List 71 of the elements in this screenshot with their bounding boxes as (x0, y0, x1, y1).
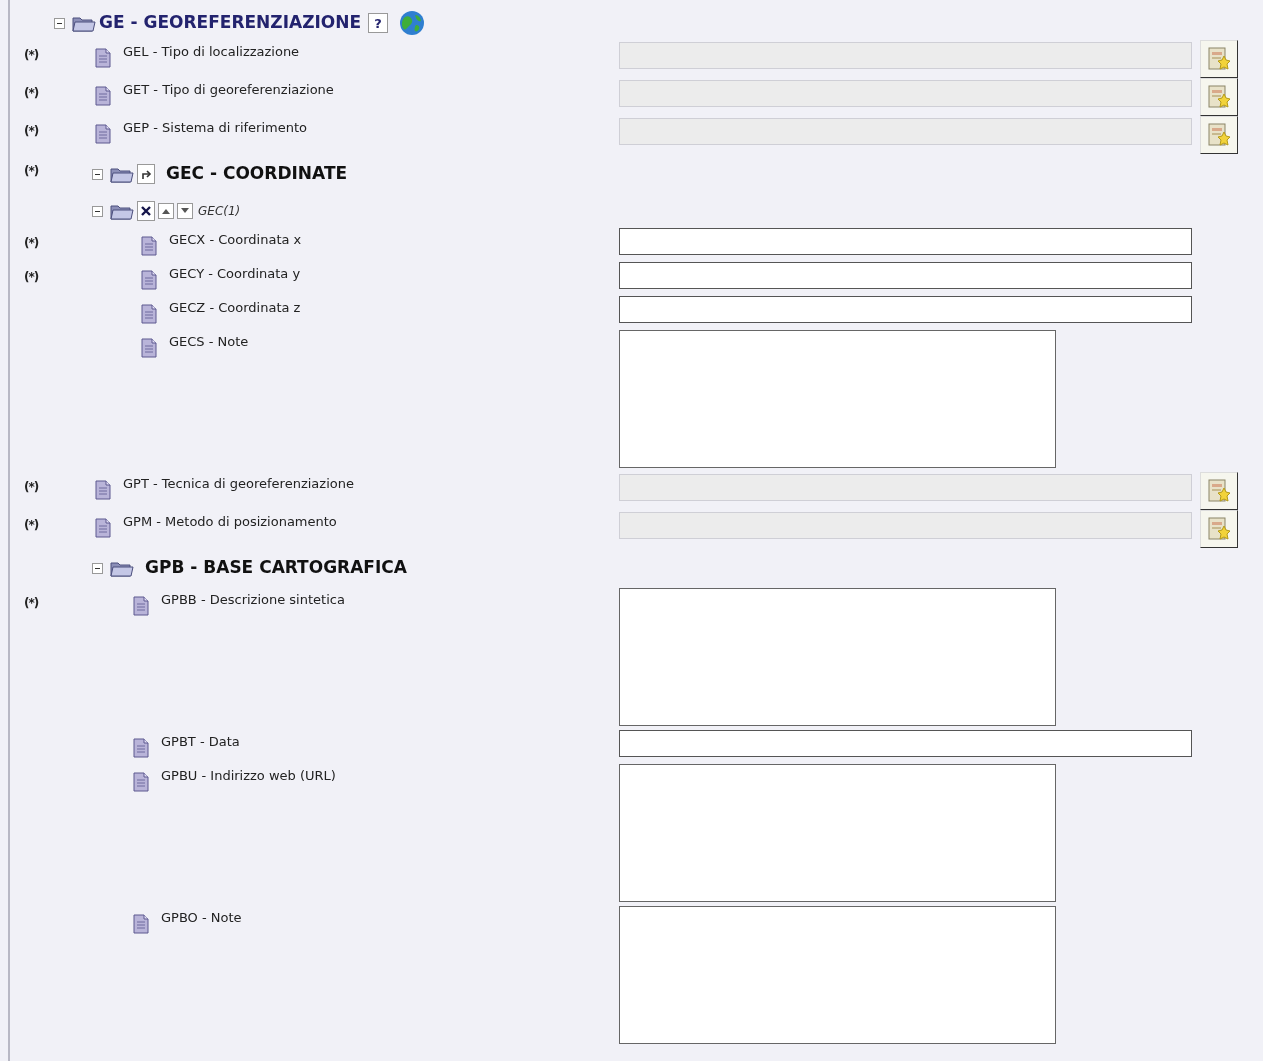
input-field[interactable] (619, 228, 1192, 255)
document-icon (133, 914, 149, 934)
close-icon (141, 206, 151, 216)
help-button[interactable]: ? (368, 13, 389, 33)
page-star-icon (1207, 478, 1231, 504)
input-field[interactable] (619, 730, 1192, 757)
document-icon (95, 480, 111, 500)
instance-title: GEC(1) (198, 203, 241, 220)
page-star-icon (1207, 516, 1231, 542)
folder-icon (110, 165, 134, 183)
document-icon (133, 738, 149, 758)
globe-icon[interactable] (399, 10, 426, 36)
collapse-icon[interactable] (92, 205, 103, 217)
document-icon (95, 518, 111, 538)
document-icon (133, 772, 149, 792)
document-icon (141, 270, 157, 290)
field-label: GECY - Coordinata y (169, 265, 301, 283)
lookup-button[interactable] (1200, 40, 1238, 78)
input-field[interactable] (619, 262, 1192, 289)
page-star-icon (1207, 84, 1231, 110)
field-label: GPBO - Note (161, 909, 242, 927)
required-marker: (*) (24, 595, 39, 612)
document-icon (133, 596, 149, 616)
input-field[interactable] (619, 296, 1192, 323)
delete-button[interactable] (137, 201, 155, 221)
required-marker: (*) (24, 85, 39, 102)
add-button[interactable] (137, 164, 155, 184)
required-marker: (*) (24, 47, 39, 64)
document-icon (95, 48, 111, 68)
collapse-icon[interactable] (92, 168, 103, 180)
field-label: GPBT - Data (161, 733, 240, 751)
field-label: GECZ - Coordinata z (169, 299, 301, 317)
required-marker: (*) (24, 123, 39, 140)
up-triangle-icon (161, 207, 171, 215)
required-marker: (*) (24, 235, 39, 252)
folder-icon (72, 14, 96, 32)
field-label: GEP - Sistema di riferimento (123, 119, 307, 137)
required-marker: (*) (24, 269, 39, 286)
folder-icon (110, 202, 134, 220)
field-label: GEL - Tipo di localizzazione (123, 43, 300, 61)
collapse-icon[interactable] (92, 562, 103, 574)
lookup-button[interactable] (1200, 78, 1238, 116)
document-icon (95, 124, 111, 144)
move-down-button[interactable] (177, 203, 193, 219)
document-icon (141, 304, 157, 324)
folder-icon (110, 559, 134, 577)
section-title: GPB - BASE CARTOGRAFICA (145, 556, 407, 580)
section-title: GEC - COORDINATE (166, 162, 348, 186)
field-label: GECX - Coordinata x (169, 231, 302, 249)
page-star-icon (1207, 122, 1231, 148)
required-marker: (*) (24, 163, 39, 180)
field-label: GPBU - Indirizzo web (URL) (161, 767, 336, 785)
page-star-icon (1207, 46, 1231, 72)
field-label: GECS - Note (169, 333, 249, 351)
field-label: GPBB - Descrizione sintetica (161, 591, 345, 609)
document-icon (141, 338, 157, 358)
document-icon (95, 86, 111, 106)
required-marker: (*) (24, 479, 39, 496)
field-label: GET - Tipo di georeferenziazione (123, 81, 334, 99)
collapse-icon[interactable] (54, 17, 65, 29)
field-label: GPT - Tecnica di georeferenziazione (123, 475, 354, 493)
field-label: GPM - Metodo di posizionamento (123, 513, 337, 531)
down-triangle-icon (180, 207, 190, 215)
section-title: GE - GEOREFERENZIAZIONE (99, 11, 362, 35)
lookup-button[interactable] (1200, 116, 1238, 154)
required-marker: (*) (24, 517, 39, 534)
return-arrow-icon (140, 168, 152, 180)
document-icon (141, 236, 157, 256)
lookup-button[interactable] (1200, 472, 1238, 510)
lookup-button[interactable] (1200, 510, 1238, 548)
move-up-button[interactable] (158, 203, 174, 219)
